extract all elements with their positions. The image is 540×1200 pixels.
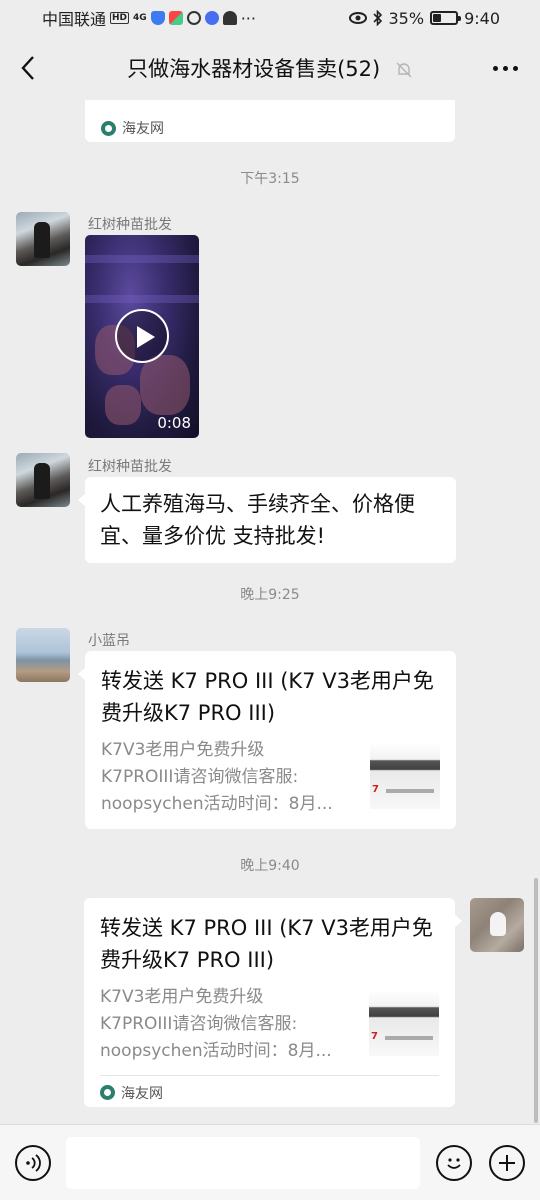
battery-icon: [430, 11, 462, 25]
avatar[interactable]: [16, 453, 70, 507]
timestamp: 晚上9:25: [240, 587, 300, 603]
ring-icon: [186, 11, 201, 25]
emoji-button[interactable]: [436, 1145, 472, 1181]
status-bar: 中国联通 HD 4G ··· 35% 9:40: [0, 0, 540, 36]
clock: 9:40: [464, 8, 500, 28]
back-button[interactable]: [0, 36, 56, 100]
bluetooth-icon: [372, 10, 382, 26]
haiyou-source-icon: [101, 120, 116, 136]
video-message[interactable]: 0:08: [85, 235, 199, 438]
sender-name: 红树种苗批发: [88, 459, 172, 475]
link-card-message[interactable]: 转发送 K7 PRO III (K7 V3老用户免费升级K7 PRO III) …: [84, 898, 462, 1109]
hd-badge: HD: [110, 12, 130, 24]
card-source-label: 海友网: [121, 1085, 163, 1102]
voice-icon: [26, 1154, 41, 1172]
link-card-tail[interactable]: 海友网: [85, 100, 455, 142]
notification-bell-icon: [222, 11, 237, 25]
message-list[interactable]: 海友网 下午3:15 红树种苗批发 0:08 红树种苗批发 人工养殖海马、手续齐…: [0, 100, 540, 1124]
sender-name: 红树种苗批发: [88, 217, 172, 233]
network-type: 4G: [133, 12, 147, 23]
card-source: 海友网: [100, 1075, 439, 1109]
play-icon[interactable]: [115, 309, 169, 363]
battery-percent: 35%: [388, 8, 425, 28]
sender-name: 小蓝吊: [88, 633, 130, 649]
chat-title-wrap: 只做海水器材设备售卖(52): [0, 53, 540, 83]
thumbnail-text: 7: [372, 784, 379, 795]
my-avatar[interactable]: [470, 898, 524, 952]
haiyou-source-icon: [100, 1085, 115, 1100]
voice-button[interactable]: [15, 1145, 51, 1181]
message-input[interactable]: [66, 1137, 420, 1189]
video-duration: 0:08: [157, 414, 191, 432]
card-description: K7V3老用户免费升级 K7PROIII请咨询微信客服: noopsychen活…: [100, 987, 332, 1061]
card-title: 转发送 K7 PRO III (K7 V3老用户免费升级K7 PRO III): [101, 669, 434, 725]
avatar[interactable]: [16, 628, 70, 682]
app-notification-icon: [168, 11, 183, 25]
text-message[interactable]: 人工养殖海马、手续齐全、价格便宜、量多价优 支持批发!: [78, 477, 456, 563]
thumbnail-text: 7: [371, 1031, 378, 1042]
avatar[interactable]: [16, 212, 70, 266]
card-title: 转发送 K7 PRO III (K7 V3老用户免费升级K7 PRO III): [100, 916, 433, 972]
card-description: K7V3老用户免费升级 K7PROIII请咨询微信客服: noopsychen活…: [101, 740, 333, 814]
back-arrow-icon: [21, 56, 34, 80]
scrollbar[interactable]: [534, 878, 538, 1123]
battery-level: [433, 14, 442, 22]
mute-bell-icon: [396, 62, 412, 78]
eye-icon: [348, 12, 367, 24]
chat-header: 只做海水器材设备售卖(52): [0, 36, 540, 100]
music-icon: [204, 11, 219, 25]
emoji-icon: [447, 1158, 461, 1169]
card-thumbnail: 7: [370, 743, 440, 809]
more-dots-icon[interactable]: [470, 36, 540, 100]
plus-icon: [499, 1155, 515, 1171]
carrier-label: 中国联通: [42, 10, 107, 29]
chat-title: 只做海水器材设备售卖(52): [127, 57, 381, 81]
timestamp: 下午3:15: [240, 171, 300, 187]
link-card-message[interactable]: 转发送 K7 PRO III (K7 V3老用户免费升级K7 PRO III) …: [78, 651, 456, 829]
shield-icon: [150, 11, 165, 25]
plus-button[interactable]: [489, 1145, 525, 1181]
card-thumbnail: 7: [369, 990, 439, 1056]
timestamp: 晚上9:40: [240, 858, 300, 874]
card-source-label: 海友网: [122, 121, 164, 137]
input-bar: [0, 1124, 540, 1200]
more-notifications-icon: ···: [240, 8, 256, 28]
